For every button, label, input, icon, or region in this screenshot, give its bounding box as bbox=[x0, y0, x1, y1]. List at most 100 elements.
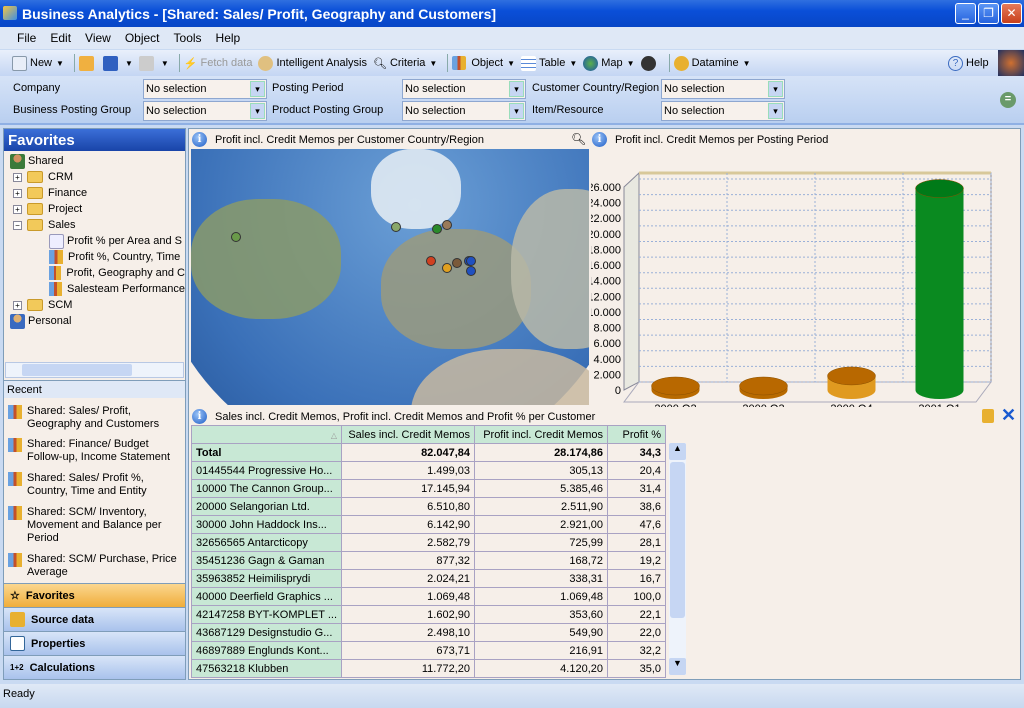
table-row[interactable]: 46897889 Englunds Kont... 673,71 216,91 32,… bbox=[191, 641, 666, 660]
profit-pct-cell: 100,0 bbox=[607, 587, 666, 606]
tree-item-sales[interactable]: − Sales bbox=[13, 217, 76, 233]
posting-period-select[interactable]: No selection ▾ bbox=[402, 79, 526, 99]
nav-favorites[interactable]: ☆ Favorites bbox=[4, 583, 185, 607]
menu-help[interactable]: Help bbox=[216, 31, 241, 45]
column-header-profit[interactable]: Profit incl. Credit Memos bbox=[474, 425, 608, 444]
object-button[interactable]: Object ▼ bbox=[452, 56, 515, 70]
map-title: Profit incl. Credit Memos per Customer C… bbox=[215, 133, 484, 146]
table-row[interactable]: 35451236 Gagn & Gaman 877,32 168,72 19,2 bbox=[191, 551, 666, 570]
expand-icon[interactable]: + bbox=[13, 172, 22, 182]
settings-wheel-button[interactable] bbox=[640, 55, 659, 71]
chart-side-wall bbox=[623, 171, 640, 391]
expand-icon[interactable]: + bbox=[13, 204, 22, 214]
new-button[interactable]: New ▼ bbox=[12, 55, 64, 71]
info-icon[interactable]: i bbox=[192, 409, 207, 424]
company-select[interactable]: No selection ▾ bbox=[143, 79, 267, 99]
collapse-filter-icon[interactable]: = bbox=[1000, 92, 1016, 108]
country-marker[interactable] bbox=[426, 256, 436, 266]
menu-view[interactable]: View bbox=[85, 31, 111, 45]
menu-bar: File Edit View Object Tools Help bbox=[0, 27, 1024, 49]
scroll-down-button[interactable]: ▼ bbox=[669, 658, 686, 675]
expand-icon[interactable]: + bbox=[13, 300, 22, 310]
scroll-up-button[interactable]: ▲ bbox=[669, 443, 686, 460]
tree-item-scm[interactable]: + SCM bbox=[13, 297, 72, 313]
datamine-button[interactable]: Datamine ▼ bbox=[673, 55, 751, 71]
lock-icon[interactable] bbox=[982, 409, 994, 423]
country-marker[interactable] bbox=[432, 224, 442, 234]
map-button[interactable]: Map ▼ bbox=[583, 55, 635, 71]
profit-cell: 216,91 bbox=[474, 641, 608, 660]
minimize-button[interactable]: _ bbox=[955, 3, 976, 24]
tree-item-project[interactable]: + Project bbox=[13, 201, 82, 217]
table-row[interactable]: 01445544 Progressive Ho... 1.499,03 305,13… bbox=[191, 461, 666, 480]
scroll-thumb[interactable] bbox=[670, 462, 685, 618]
close-button[interactable]: ✕ bbox=[1001, 3, 1022, 24]
close-panel-icon[interactable]: ✕ bbox=[1001, 405, 1016, 426]
tree-item-report[interactable]: Profit, Geography and C bbox=[49, 265, 185, 281]
country-marker[interactable] bbox=[231, 232, 241, 242]
country-marker[interactable] bbox=[442, 220, 452, 230]
recent-item[interactable]: Shared: Sales/ Profit %, Country, Time a… bbox=[8, 472, 183, 498]
horizontal-scrollbar[interactable] bbox=[5, 362, 184, 378]
collapse-icon[interactable]: − bbox=[13, 220, 22, 230]
tree-item-report[interactable]: Profit % per Area and S bbox=[49, 233, 185, 249]
column-header-profit-pct[interactable]: Profit % bbox=[607, 425, 666, 444]
recent-item[interactable]: Shared: Sales/ Profit, Geography and Cus… bbox=[8, 405, 183, 431]
menu-object[interactable]: Object bbox=[125, 31, 160, 45]
country-marker[interactable] bbox=[442, 263, 452, 273]
tree-item-finance[interactable]: + Finance bbox=[13, 185, 87, 201]
table-button[interactable]: Table ▼ bbox=[521, 55, 577, 71]
table-row[interactable]: 20000 Selangorian Ltd. 6.510,80 2.511,90 38… bbox=[191, 497, 666, 516]
country-marker[interactable] bbox=[391, 222, 401, 232]
table-row[interactable]: 43687129 Designstudio G... 2.498,10 549,90… bbox=[191, 623, 666, 642]
column-header-sales[interactable]: Sales incl. Credit Memos bbox=[341, 425, 475, 444]
table-row[interactable]: 32656565 Antarcticopy 2.582,79 725,99 28,1 bbox=[191, 533, 666, 552]
expand-icon[interactable]: + bbox=[13, 188, 22, 198]
info-icon[interactable]: i bbox=[592, 132, 607, 147]
fetch-data-button[interactable]: ⚡ Fetch data bbox=[184, 57, 253, 70]
info-icon[interactable]: i bbox=[192, 132, 207, 147]
help-button[interactable]: ? Help bbox=[948, 55, 989, 71]
table-row[interactable]: 47563218 Klubben 11.772,20 4.120,20 35,0 bbox=[191, 659, 666, 678]
scroll-thumb[interactable] bbox=[22, 364, 132, 376]
print-button[interactable]: ▼ bbox=[138, 55, 169, 71]
intelligent-analysis-button[interactable]: Intelligent Analysis bbox=[258, 55, 367, 71]
menu-file[interactable]: File bbox=[17, 31, 36, 45]
tree-item-personal[interactable]: Personal bbox=[10, 313, 71, 329]
profit-pct-cell: 34,3 bbox=[607, 443, 666, 462]
column-header-customer[interactable]: △ bbox=[191, 425, 342, 444]
tree-item-report[interactable]: Salesteam Performance bbox=[49, 281, 185, 297]
recent-header: Recent bbox=[4, 380, 185, 398]
save-button[interactable]: ▼ bbox=[102, 55, 133, 71]
menu-tools[interactable]: Tools bbox=[174, 31, 202, 45]
table-row[interactable]: 35963852 Heimilisprydi 2.024,21 338,31 16,7 bbox=[191, 569, 666, 588]
business-posting-group-select[interactable]: No selection ▾ bbox=[143, 101, 267, 121]
tree-item-report[interactable]: Profit %, Country, Time bbox=[49, 249, 185, 265]
nav-calculations[interactable]: 1+2 Calculations bbox=[4, 655, 185, 679]
country-marker[interactable] bbox=[466, 266, 476, 276]
recent-item[interactable]: Shared: Finance/ Budget Follow-up, Incom… bbox=[8, 438, 183, 464]
item-resource-select[interactable]: No selection ▾ bbox=[661, 101, 785, 121]
table-row[interactable]: 42147258 BYT-KOMPLET ... 1.602,90 353,60 22… bbox=[191, 605, 666, 624]
recent-item[interactable]: Shared: SCM/ Purchase, Price Average bbox=[8, 553, 183, 579]
menu-edit[interactable]: Edit bbox=[50, 31, 71, 45]
map-view[interactable] bbox=[191, 149, 589, 405]
product-posting-group-select[interactable]: No selection ▾ bbox=[402, 101, 526, 121]
tree-item-shared[interactable]: Shared bbox=[10, 153, 63, 169]
recent-item[interactable]: Shared: SCM/ Inventory, Movement and Bal… bbox=[8, 506, 183, 545]
table-row[interactable]: 10000 The Cannon Group... 17.145,94 5.385,… bbox=[191, 479, 666, 498]
country-marker[interactable] bbox=[466, 256, 476, 266]
nav-properties[interactable]: Properties bbox=[4, 631, 185, 655]
restore-button[interactable]: ❐ bbox=[978, 3, 999, 24]
nav-source-data[interactable]: Source data bbox=[4, 607, 185, 631]
customer-country-select[interactable]: No selection ▾ bbox=[661, 79, 785, 99]
total-row[interactable]: Total 82.047,84 28.174,86 34,3 bbox=[191, 443, 666, 462]
table-vertical-scrollbar[interactable]: ▲ ▼ bbox=[669, 443, 686, 675]
table-row[interactable]: 40000 Deerfield Graphics ... 1.069,48 1.06… bbox=[191, 587, 666, 606]
open-button[interactable] bbox=[78, 55, 97, 71]
table-row[interactable]: 30000 John Haddock Ins... 6.142,90 2.921,0… bbox=[191, 515, 666, 534]
zoom-map-icon[interactable]: 🔍︎ bbox=[571, 132, 586, 146]
tree-item-crm[interactable]: + CRM bbox=[13, 169, 73, 185]
criteria-button[interactable]: 🔍︎ Criteria ▼ bbox=[373, 57, 437, 70]
country-marker[interactable] bbox=[452, 258, 462, 268]
